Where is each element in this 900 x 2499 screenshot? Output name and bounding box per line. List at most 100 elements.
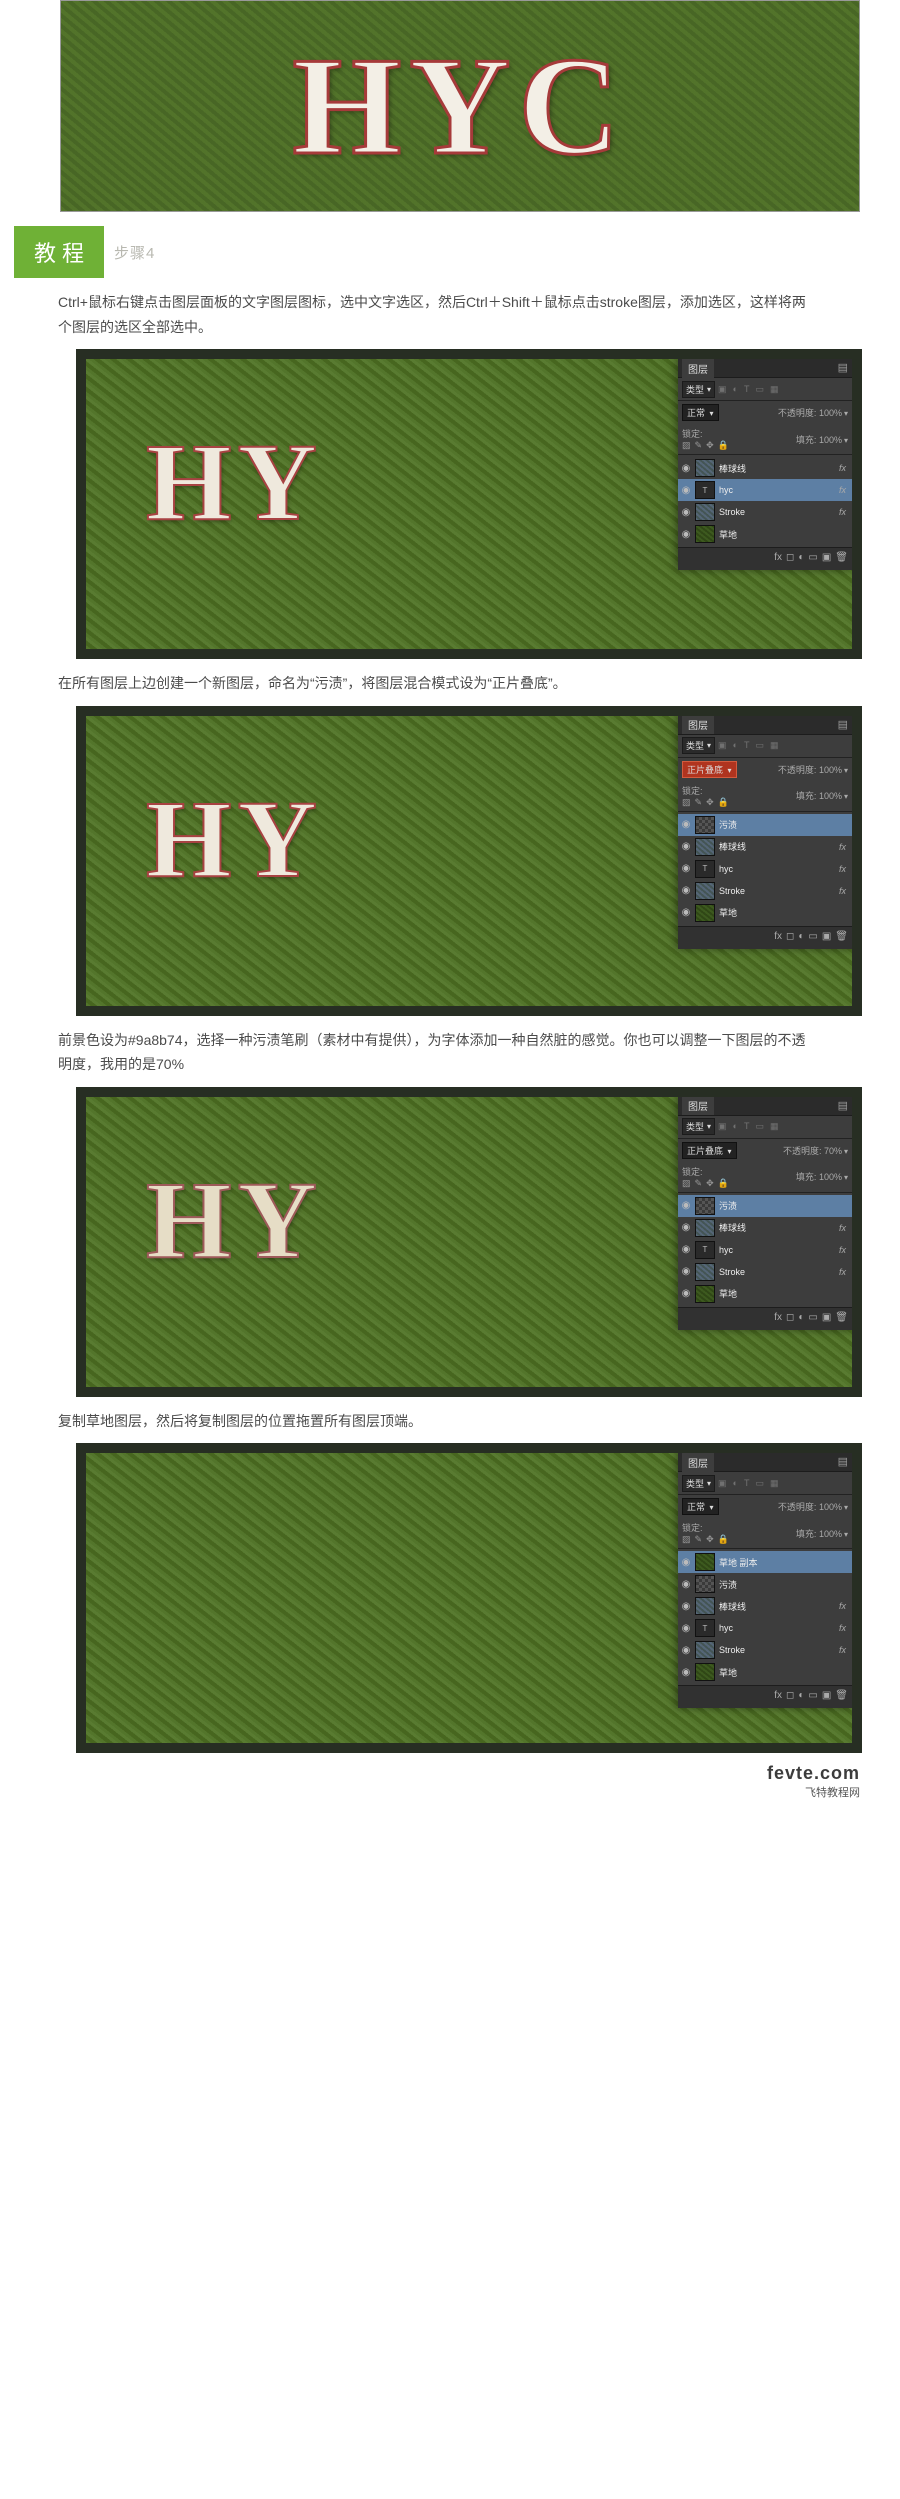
layer-fx-badge[interactable]: fx	[839, 886, 846, 896]
trash-icon[interactable]: 🗑	[835, 1312, 848, 1326]
filter-icons[interactable]: ▣◐T▭▦	[718, 384, 778, 395]
visibility-eye-icon[interactable]: ◉	[681, 863, 691, 874]
filter-icons[interactable]: ▣◐T▭▦	[718, 1478, 778, 1489]
adjustment-icon[interactable]: ◐	[798, 1312, 804, 1326]
layers-tab[interactable]: 图层	[682, 715, 714, 734]
filter-icons[interactable]: ▣◐T▭▦	[718, 1121, 778, 1132]
filter-type-select[interactable]: 类型	[682, 381, 715, 398]
new-layer-icon[interactable]: ▣	[822, 552, 831, 566]
fx-menu-icon[interactable]: fx	[774, 931, 782, 945]
adjustment-icon[interactable]: ◐	[798, 1690, 804, 1704]
layer-row[interactable]: ◉污渍	[678, 1573, 852, 1595]
mask-icon[interactable]: ◻	[786, 1312, 794, 1326]
layer-row[interactable]: ◉Thycfx	[678, 858, 852, 880]
visibility-eye-icon[interactable]: ◉	[681, 1579, 691, 1590]
panel-menu-icon[interactable]: ▤	[838, 363, 848, 373]
blend-mode-select[interactable]: 正常	[682, 1498, 719, 1515]
layer-row[interactable]: ◉污渍	[678, 1195, 852, 1217]
layer-fx-badge[interactable]: fx	[839, 1645, 846, 1655]
group-icon[interactable]: ▭	[808, 552, 817, 566]
fill-value[interactable]: 100%	[819, 791, 842, 801]
layer-thumbnail[interactable]: T	[695, 860, 715, 878]
filter-icons[interactable]: ▣◐T▭▦	[718, 740, 778, 751]
layer-row[interactable]: ◉Thycfx	[678, 1617, 852, 1639]
layer-thumbnail[interactable]	[695, 1641, 715, 1659]
layer-thumbnail[interactable]	[695, 525, 715, 543]
opacity-value[interactable]: 70%	[824, 1146, 842, 1156]
visibility-eye-icon[interactable]: ◉	[681, 1601, 691, 1612]
trash-icon[interactable]: 🗑	[835, 552, 848, 566]
layer-row[interactable]: ◉污渍	[678, 814, 852, 836]
layer-row[interactable]: ◉草地	[678, 902, 852, 924]
layer-row[interactable]: ◉Strokefx	[678, 1639, 852, 1661]
visibility-eye-icon[interactable]: ◉	[681, 1222, 691, 1233]
layer-fx-badge[interactable]: fx	[839, 507, 846, 517]
new-layer-icon[interactable]: ▣	[822, 931, 831, 945]
layer-row[interactable]: ◉棒球线fx	[678, 1217, 852, 1239]
adjustment-icon[interactable]: ◐	[798, 931, 804, 945]
layers-tab[interactable]: 图层	[682, 1453, 714, 1472]
layer-row[interactable]: ◉Strokefx	[678, 1261, 852, 1283]
layer-thumbnail[interactable]	[695, 838, 715, 856]
layer-thumbnail[interactable]	[695, 459, 715, 477]
layer-thumbnail[interactable]	[695, 816, 715, 834]
fill-value[interactable]: 100%	[819, 435, 842, 445]
visibility-eye-icon[interactable]: ◉	[681, 1557, 691, 1568]
layer-thumbnail[interactable]	[695, 1285, 715, 1303]
layer-thumbnail[interactable]: T	[695, 1619, 715, 1637]
fx-menu-icon[interactable]: fx	[774, 1312, 782, 1326]
layer-thumbnail[interactable]	[695, 1663, 715, 1681]
group-icon[interactable]: ▭	[808, 1312, 817, 1326]
layer-fx-badge[interactable]: fx	[839, 1245, 846, 1255]
layer-fx-badge[interactable]: fx	[839, 1601, 846, 1611]
opacity-value[interactable]: 100%	[819, 765, 842, 775]
layer-row[interactable]: ◉棒球线fx	[678, 836, 852, 858]
visibility-eye-icon[interactable]: ◉	[681, 907, 691, 918]
visibility-eye-icon[interactable]: ◉	[681, 885, 691, 896]
fx-menu-icon[interactable]: fx	[774, 1690, 782, 1704]
layer-thumbnail[interactable]	[695, 1553, 715, 1571]
visibility-eye-icon[interactable]: ◉	[681, 507, 691, 518]
lock-icons[interactable]: ▨✎✥🔒	[682, 1534, 729, 1545]
layer-row[interactable]: ◉草地 副本	[678, 1551, 852, 1573]
layer-thumbnail[interactable]	[695, 503, 715, 521]
layer-thumbnail[interactable]	[695, 882, 715, 900]
visibility-eye-icon[interactable]: ◉	[681, 1645, 691, 1656]
filter-type-select[interactable]: 类型	[682, 737, 715, 754]
visibility-eye-icon[interactable]: ◉	[681, 1200, 691, 1211]
panel-menu-icon[interactable]: ▤	[838, 720, 848, 730]
visibility-eye-icon[interactable]: ◉	[681, 1667, 691, 1678]
layer-fx-badge[interactable]: fx	[839, 463, 846, 473]
blend-mode-select[interactable]: 正常	[682, 404, 719, 421]
lock-icons[interactable]: ▨✎✥🔒	[682, 797, 729, 808]
layer-row[interactable]: ◉Thycfx	[678, 479, 852, 501]
layer-fx-badge[interactable]: fx	[839, 842, 846, 852]
new-layer-icon[interactable]: ▣	[822, 1690, 831, 1704]
opacity-value[interactable]: 100%	[819, 408, 842, 418]
visibility-eye-icon[interactable]: ◉	[681, 841, 691, 852]
visibility-eye-icon[interactable]: ◉	[681, 819, 691, 830]
layer-fx-badge[interactable]: fx	[839, 485, 846, 495]
mask-icon[interactable]: ◻	[786, 931, 794, 945]
fill-value[interactable]: 100%	[819, 1529, 842, 1539]
trash-icon[interactable]: 🗑	[835, 931, 848, 945]
lock-icons[interactable]: ▨✎✥🔒	[682, 1178, 729, 1189]
fx-menu-icon[interactable]: fx	[774, 552, 782, 566]
layer-row[interactable]: ◉草地	[678, 523, 852, 545]
mask-icon[interactable]: ◻	[786, 1690, 794, 1704]
layer-row[interactable]: ◉棒球线fx	[678, 457, 852, 479]
group-icon[interactable]: ▭	[808, 1690, 817, 1704]
filter-type-select[interactable]: 类型	[682, 1475, 715, 1492]
visibility-eye-icon[interactable]: ◉	[681, 1266, 691, 1277]
fill-value[interactable]: 100%	[819, 1172, 842, 1182]
visibility-eye-icon[interactable]: ◉	[681, 1288, 691, 1299]
layer-fx-badge[interactable]: fx	[839, 1267, 846, 1277]
panel-menu-icon[interactable]: ▤	[838, 1101, 848, 1111]
layer-row[interactable]: ◉草地	[678, 1283, 852, 1305]
layer-thumbnail[interactable]	[695, 1597, 715, 1615]
group-icon[interactable]: ▭	[808, 931, 817, 945]
layer-fx-badge[interactable]: fx	[839, 1623, 846, 1633]
visibility-eye-icon[interactable]: ◉	[681, 463, 691, 474]
opacity-value[interactable]: 100%	[819, 1502, 842, 1512]
trash-icon[interactable]: 🗑	[835, 1690, 848, 1704]
